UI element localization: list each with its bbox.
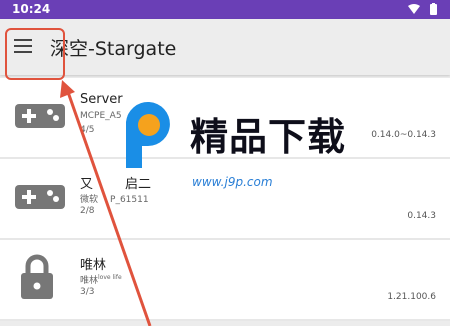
annotation-arrow (60, 80, 152, 326)
